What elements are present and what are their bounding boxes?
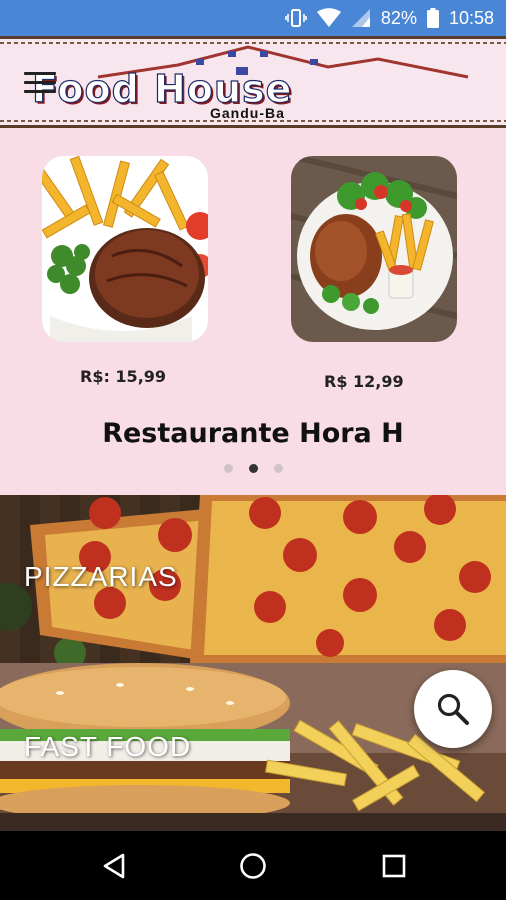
vibrate-icon — [285, 8, 307, 28]
search-button[interactable] — [414, 670, 492, 748]
featured-slider[interactable]: R$: 15,99 R$ 12,99 Restaurante Hora H — [0, 128, 506, 495]
category-label: FAST FOOD — [24, 731, 192, 762]
item-price: R$: 15,99 — [80, 367, 167, 386]
steak-fries-image[interactable] — [42, 156, 208, 342]
search-icon — [437, 693, 469, 725]
status-bar: 82% 10:58 — [0, 0, 506, 36]
hamburger-icon-line — [24, 90, 56, 93]
pager-dot-active[interactable] — [248, 464, 258, 473]
battery-percent: 82% — [380, 7, 417, 28]
app-header: Food House Gandu-Ba — [0, 36, 506, 128]
signal-icon — [351, 8, 371, 28]
back-button[interactable] — [94, 846, 134, 886]
hamburger-icon-line — [24, 81, 56, 84]
home-circle-icon — [240, 853, 266, 879]
category-pizzarias[interactable]: PIZZARIAS — [0, 495, 506, 663]
recents-square-icon — [382, 854, 406, 878]
logo-subtitle: Gandu-Ba — [210, 105, 285, 121]
header-top-stripe — [0, 42, 506, 44]
back-triangle-icon — [103, 853, 125, 879]
slider-title: Restaurante Hora H — [102, 418, 404, 449]
pager-dot[interactable] — [273, 464, 283, 473]
clock: 10:58 — [448, 7, 494, 28]
pager-dots — [0, 464, 506, 473]
home-button[interactable] — [233, 846, 273, 886]
recents-button[interactable] — [374, 846, 414, 886]
menu-button[interactable] — [24, 72, 56, 96]
chicken-plate-image[interactable] — [291, 156, 457, 342]
category-label: PIZZARIAS — [24, 561, 178, 592]
status-icons: 82% 10:58 — [285, 0, 494, 36]
battery-icon — [426, 8, 439, 28]
system-nav-bar — [0, 832, 506, 900]
food-house-logo: Food House Gandu-Ba — [28, 45, 478, 127]
hamburger-icon-line — [24, 72, 56, 75]
pager-dot[interactable] — [223, 464, 233, 473]
wifi-icon — [316, 8, 341, 28]
item-price: R$ 12,99 — [324, 372, 404, 391]
